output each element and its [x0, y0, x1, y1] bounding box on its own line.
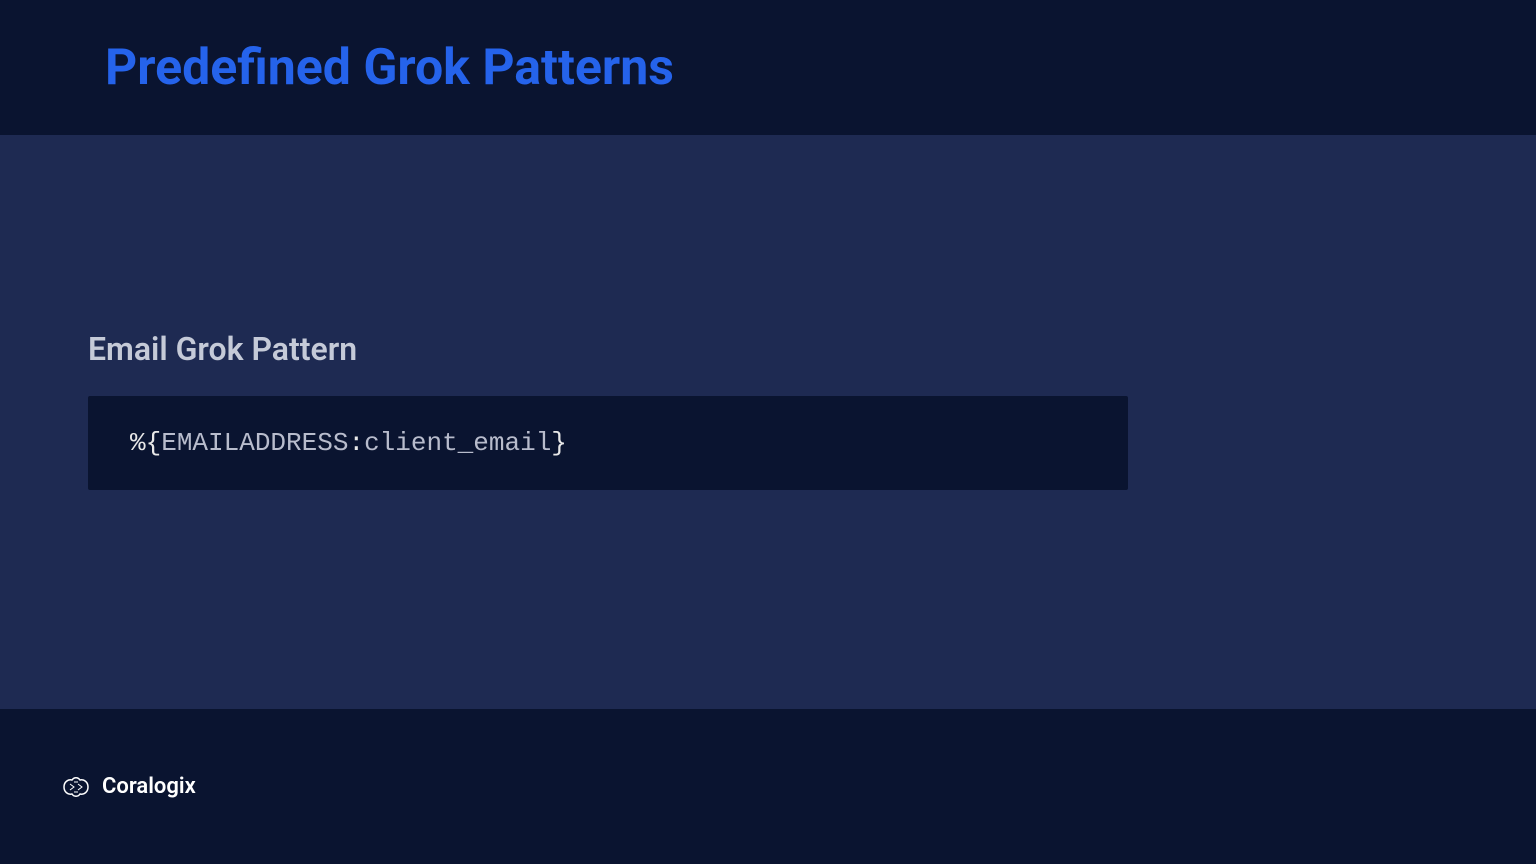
- code-field: client_email: [364, 428, 551, 458]
- code-block: %{EMAILADDRESS:client_email}: [88, 396, 1128, 490]
- brand-name: Coralogix: [102, 774, 196, 799]
- code-content: %{EMAILADDRESS:client_email}: [130, 428, 567, 458]
- brand-logo: Coralogix: [60, 774, 196, 800]
- header: Predefined Grok Patterns: [0, 0, 1536, 135]
- brain-icon: [60, 774, 92, 800]
- code-separator: :: [348, 428, 364, 458]
- footer: Coralogix: [0, 709, 1536, 864]
- code-suffix: }: [551, 428, 567, 458]
- main-content: Email Grok Pattern %{EMAILADDRESS:client…: [0, 135, 1536, 490]
- code-pattern: EMAILADDRESS: [161, 428, 348, 458]
- page-title: Predefined Grok Patterns: [105, 39, 674, 97]
- section-title: Email Grok Pattern: [88, 330, 1536, 368]
- code-prefix: %{: [130, 428, 161, 458]
